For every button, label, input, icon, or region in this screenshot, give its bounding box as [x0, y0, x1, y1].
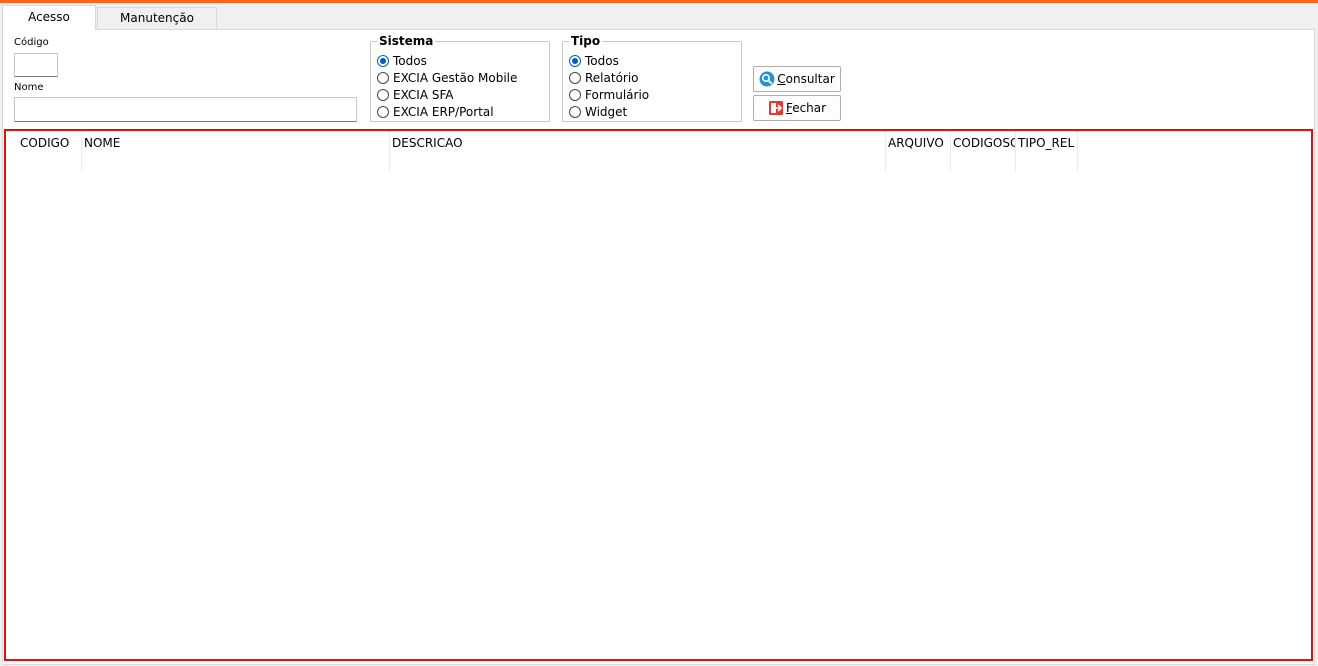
sistema-option-label: Todos	[393, 53, 427, 68]
top-accent-bar	[0, 0, 1318, 3]
sistema-option-todos[interactable]: Todos	[377, 52, 427, 69]
sistema-option-gestao-mobile[interactable]: EXCIA Gestão Mobile	[377, 69, 517, 86]
tipo-option-relatorio[interactable]: Relatório	[569, 69, 639, 86]
nome-input[interactable]	[14, 97, 357, 122]
fechar-button[interactable]: Fechar	[753, 95, 841, 121]
sistema-option-sfa[interactable]: EXCIA SFA	[377, 86, 454, 103]
radio-unchecked-icon	[377, 105, 389, 118]
column-header-codigo[interactable]: CODIGO	[18, 131, 82, 171]
search-icon	[759, 71, 775, 87]
tab-manutencao[interactable]: Manutenção	[97, 7, 217, 29]
tipo-option-formulario[interactable]: Formulário	[569, 86, 649, 103]
radio-checked-icon	[569, 54, 581, 67]
column-header-nome[interactable]: NOME	[82, 131, 390, 171]
codigo-label: Código	[14, 37, 49, 48]
consultar-button[interactable]: Consultar	[753, 66, 841, 92]
column-header-arquivo[interactable]: ARQUIVO	[886, 131, 951, 171]
radio-unchecked-icon	[377, 88, 389, 101]
column-header-tipo-rel[interactable]: TIPO_REL	[1016, 131, 1078, 171]
tipo-option-widget[interactable]: Widget	[569, 103, 627, 120]
tab-acesso[interactable]: Acesso	[2, 5, 96, 30]
tipo-group-title: Tipo	[569, 34, 603, 48]
tipo-option-label: Todos	[585, 53, 619, 68]
results-grid[interactable]: CODIGO NOME DESCRICAO ARQUIVO CODIGOSC T…	[4, 129, 1313, 661]
consultar-button-label: Consultar	[777, 72, 835, 86]
column-header-codigosc[interactable]: CODIGOSC	[951, 131, 1016, 171]
radio-unchecked-icon	[569, 88, 581, 101]
radio-unchecked-icon	[377, 71, 389, 84]
tipo-option-todos[interactable]: Todos	[569, 52, 619, 69]
sistema-option-label: EXCIA ERP/Portal	[393, 104, 494, 119]
tipo-option-label: Relatório	[585, 70, 639, 85]
sistema-option-erp-portal[interactable]: EXCIA ERP/Portal	[377, 103, 494, 120]
fechar-button-label: Fechar	[785, 101, 827, 115]
sistema-group-title: Sistema	[377, 34, 436, 48]
exit-icon	[768, 101, 783, 115]
radio-unchecked-icon	[569, 71, 581, 84]
tipo-option-label: Formulário	[585, 87, 650, 102]
sistema-option-label: EXCIA Gestão Mobile	[393, 70, 518, 85]
sistema-option-label: EXCIA SFA	[393, 87, 454, 102]
tipo-option-label: Widget	[585, 104, 628, 119]
codigo-input[interactable]	[14, 53, 58, 77]
sistema-group: Sistema Todos EXCIA Gestão Mobile EXCIA …	[370, 34, 550, 122]
column-header-descricao[interactable]: DESCRICAO	[390, 131, 886, 171]
radio-checked-icon	[377, 54, 389, 67]
nome-label: Nome	[14, 82, 44, 93]
radio-unchecked-icon	[569, 105, 581, 118]
tipo-group: Tipo Todos Relatório Formulário Widget	[562, 34, 742, 122]
